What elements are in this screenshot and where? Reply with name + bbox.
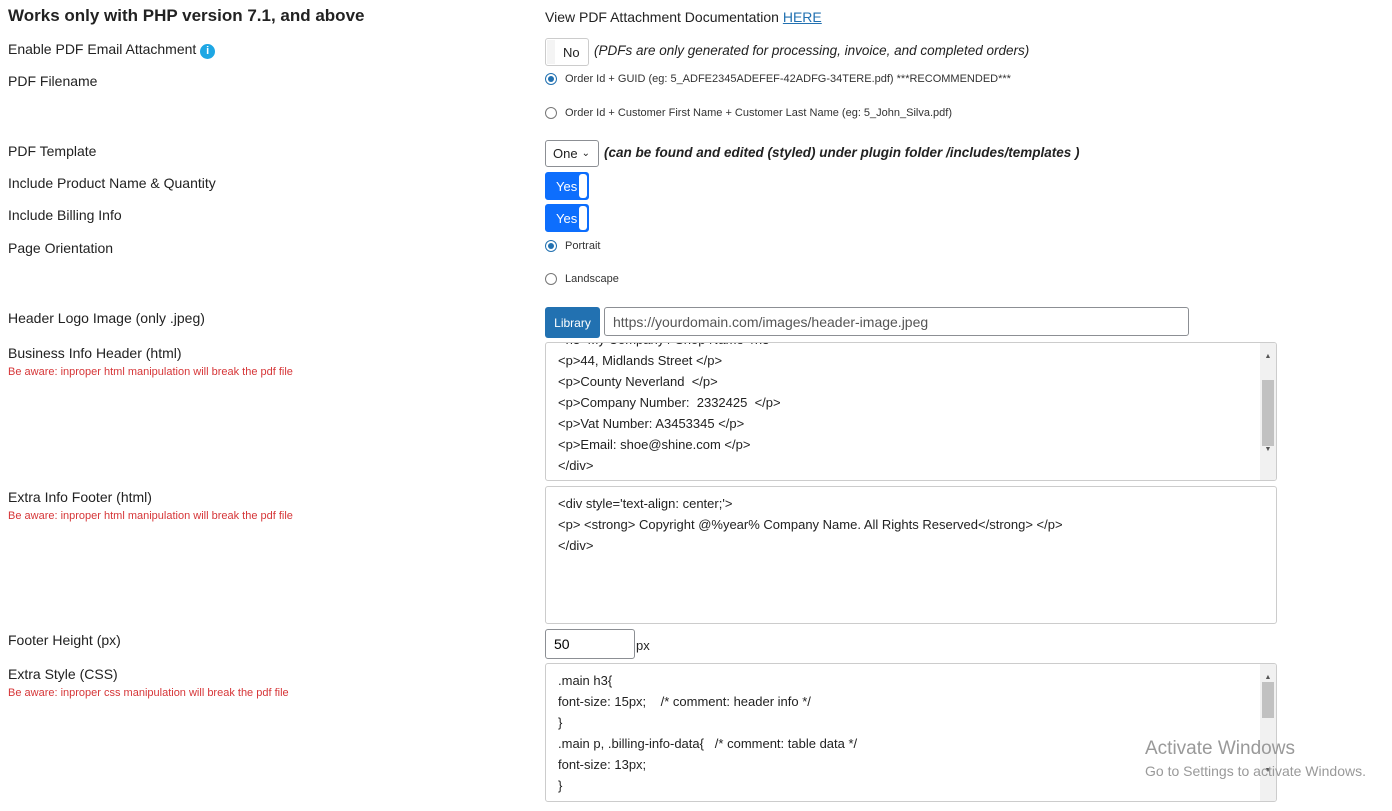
footer-height-unit: px — [636, 638, 650, 653]
business-warning: Be aware: inproper html manipulation wil… — [8, 366, 293, 378]
radio-unchecked[interactable] — [545, 107, 557, 119]
option-label: Portrait — [565, 240, 601, 252]
enable-label-text: Enable PDF Email Attachment — [8, 41, 197, 57]
footer-textarea[interactable]: <div style='text-align: center;'> <p> <s… — [545, 486, 1277, 624]
scrollbar[interactable]: ▲ ▼ — [1260, 343, 1276, 480]
footer-height-input[interactable] — [545, 629, 635, 659]
activate-windows-title: Activate Windows — [1145, 738, 1295, 759]
filename-option-guid[interactable]: Order Id + GUID (eg: 5_ADFE2345ADEFEF-42… — [545, 73, 1011, 85]
code-line: <h3>My Company / Shop Name</h3> — [546, 343, 1276, 350]
library-button[interactable]: Library — [545, 307, 600, 338]
code-line: .main h3{ — [558, 673, 613, 688]
option-label: Landscape — [565, 273, 619, 285]
business-textarea[interactable]: <h3>My Company / Shop Name</h3> <p>44, M… — [545, 342, 1277, 481]
code-line: <p>44, Midlands Street </p> — [558, 353, 723, 368]
css-textarea[interactable]: .main h3{ font-size: 15px; /* comment: h… — [545, 663, 1277, 802]
orientation-label: Page Orientation — [8, 240, 114, 256]
scrollbar[interactable]: ▲ ▼ — [1260, 664, 1276, 801]
radio-checked[interactable] — [545, 73, 557, 85]
logo-url-input[interactable] — [604, 307, 1189, 336]
radio-unchecked[interactable] — [545, 273, 557, 285]
option-label: Order Id + GUID (eg: 5_ADFE2345ADEFEF-42… — [565, 73, 1011, 85]
page-title: Works only with PHP version 7.1, and abo… — [8, 6, 365, 25]
product-label: Include Product Name & Quantity — [8, 175, 216, 191]
code-line: <p>Company Number: 2332425 </p> — [558, 395, 781, 410]
billing-toggle[interactable]: Yes — [545, 204, 589, 232]
scroll-up-icon[interactable]: ▲ — [1260, 346, 1276, 367]
code-line: <p>Vat Number: A3453345 </p> — [558, 416, 745, 431]
footer-warning: Be aware: inproper html manipulation wil… — [8, 510, 293, 522]
billing-label: Include Billing Info — [8, 207, 122, 223]
code-line: } — [558, 715, 563, 730]
billing-value: Yes — [556, 210, 578, 226]
orientation-portrait[interactable]: Portrait — [545, 240, 600, 252]
code-line: <div style='text-align: center;'> — [558, 496, 733, 511]
doc-here-link[interactable]: HERE — [783, 9, 822, 25]
option-label: Order Id + Customer First Name + Custome… — [565, 107, 952, 119]
css-label: Extra Style (CSS) — [8, 666, 118, 682]
template-select[interactable]: One ⌄ — [545, 140, 599, 167]
enable-value: No — [563, 44, 580, 60]
product-toggle[interactable]: Yes — [545, 172, 589, 200]
enable-toggle[interactable]: No — [545, 38, 589, 66]
enable-note: (PDFs are only generated for processing,… — [594, 43, 1030, 58]
doc-link-text: View PDF Attachment Documentation HERE — [545, 9, 822, 25]
template-value: One — [553, 146, 578, 161]
business-label: Business Info Header (html) — [8, 345, 182, 361]
code-line: <p>Email: shoe@shine.com </p> — [558, 437, 751, 452]
chevron-down-icon: ⌄ — [581, 148, 590, 159]
orientation-landscape[interactable]: Landscape — [545, 273, 619, 285]
code-line: <p>County Neverland </p> — [558, 374, 718, 389]
filename-label: PDF Filename — [8, 73, 98, 89]
filename-option-name[interactable]: Order Id + Customer First Name + Custome… — [545, 107, 952, 119]
template-note: (can be found and edited (styled) under … — [604, 145, 1080, 160]
template-label: PDF Template — [8, 143, 97, 159]
activate-windows-sub: Go to Settings to activate Windows. — [1145, 763, 1366, 779]
code-line: font-size: 15px; /* comment: header info… — [558, 694, 811, 709]
radio-checked[interactable] — [545, 240, 557, 252]
doc-text: View PDF Attachment Documentation — [545, 9, 783, 25]
code-line: </div> — [558, 538, 594, 553]
logo-label: Header Logo Image (only .jpeg) — [8, 310, 205, 326]
info-icon[interactable]: i — [200, 44, 216, 59]
footer-label: Extra Info Footer (html) — [8, 489, 152, 505]
code-line: </div> — [558, 458, 594, 473]
css-warning: Be aware: inproper css manipulation will… — [8, 687, 289, 699]
enable-label: Enable PDF Email Attachment i — [8, 41, 216, 59]
scroll-down-icon[interactable]: ▼ — [1260, 439, 1276, 460]
code-line: <p> <strong> Copyright @%year% Company N… — [558, 517, 1063, 532]
footer-height-label: Footer Height (px) — [8, 632, 121, 648]
product-value: Yes — [556, 178, 578, 194]
